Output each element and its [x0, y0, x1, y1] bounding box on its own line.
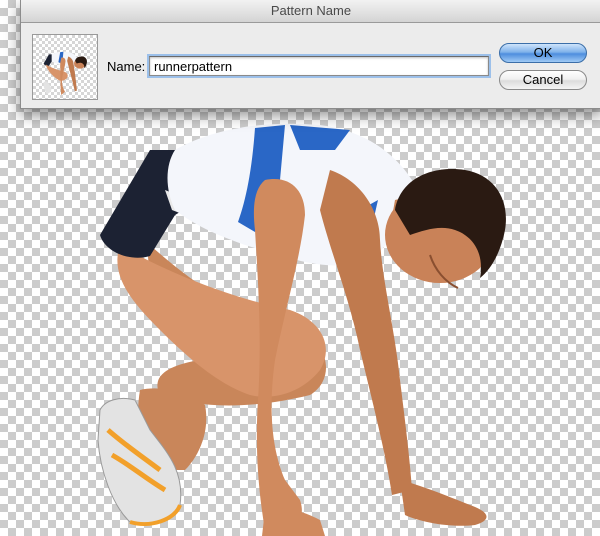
pattern-preview-thumbnail: [32, 34, 98, 100]
cancel-button[interactable]: Cancel: [499, 70, 587, 90]
dialog-title: Pattern Name: [21, 0, 600, 23]
runner-thumbnail-icon: [43, 51, 87, 95]
pattern-name-dialog: Pattern Name Name: OK Cancel: [20, 0, 600, 109]
name-label: Name:: [107, 59, 146, 74]
dialog-body: Name: OK Cancel: [21, 23, 600, 109]
pattern-name-input[interactable]: [149, 56, 489, 76]
document-canvas: Pattern Name Name: OK Cancel: [0, 0, 600, 536]
ok-button[interactable]: OK: [499, 43, 587, 63]
